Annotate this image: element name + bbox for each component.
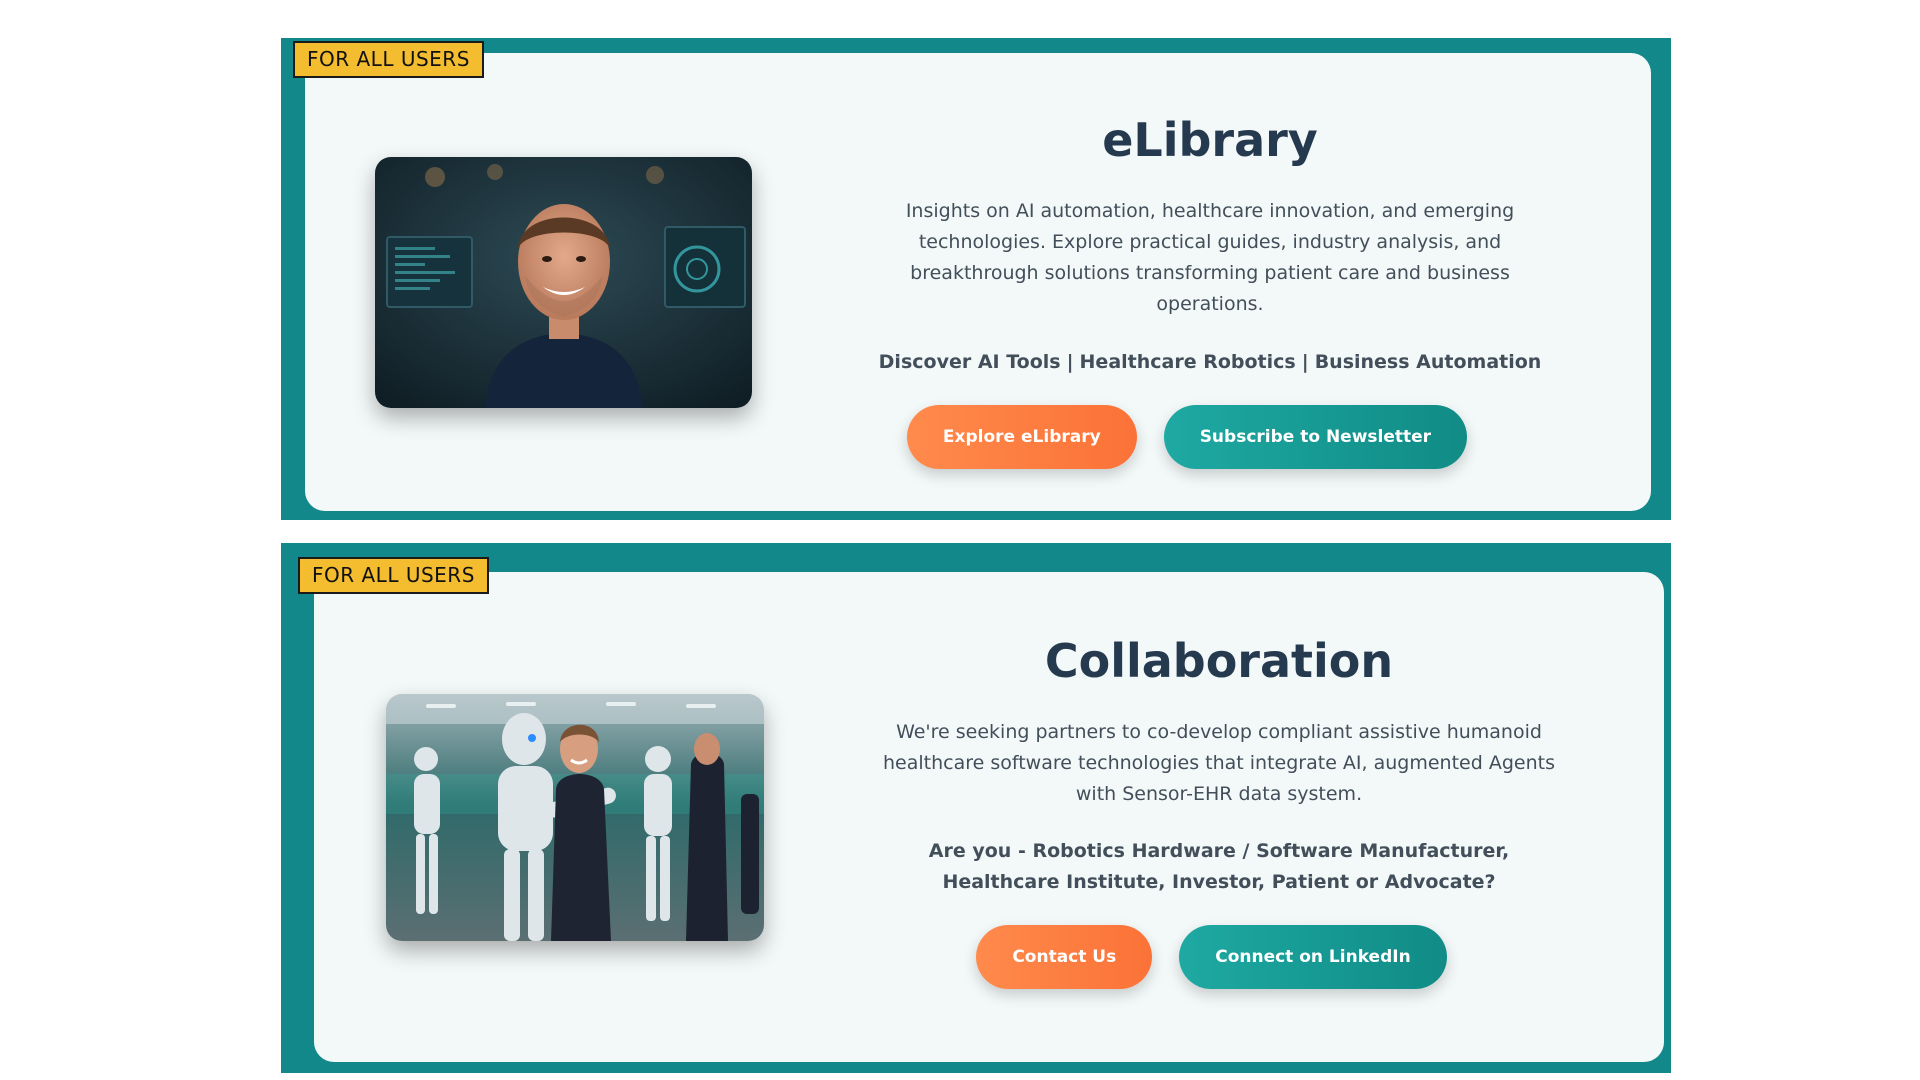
button-row: Contact Us Connect on LinkedIn [859, 925, 1564, 990]
portrait-photo-icon [375, 157, 752, 408]
explore-elibrary-button[interactable]: Explore eLibrary [906, 405, 1137, 470]
collaboration-content: Collaboration We're seeking partners to … [874, 634, 1564, 990]
topic-link-healthcare-robotics[interactable]: Healthcare Robotics [1080, 351, 1296, 373]
elibrary-section: FOR ALL USERS eLibrary Insights on AI au… [281, 38, 1671, 520]
subscribe-newsletter-button[interactable]: Subscribe to Newsletter [1163, 405, 1468, 470]
collaboration-card: Collaboration We're seeking partners to … [314, 572, 1664, 1062]
elibrary-card: eLibrary Insights on AI automation, heal… [305, 53, 1651, 511]
separator: | [1301, 351, 1309, 374]
button-row: Explore eLibrary Subscribe to Newsletter [819, 405, 1555, 470]
contact-us-button[interactable]: Contact Us [976, 925, 1153, 990]
separator: | [1066, 351, 1074, 374]
portrait-photo [375, 157, 752, 408]
section-title: eLibrary [1102, 113, 1318, 167]
elibrary-content: eLibrary Insights on AI automation, heal… [865, 113, 1555, 470]
connect-linkedin-button[interactable]: Connect on LinkedIn [1179, 925, 1447, 990]
section-description: We're seeking partners to co-develop com… [883, 721, 1555, 806]
for-all-users-badge: FOR ALL USERS [298, 557, 489, 594]
section-description: Insights on AI automation, healthcare in… [905, 200, 1515, 316]
topic-link-business-automation[interactable]: Business Automation [1315, 351, 1542, 373]
collaboration-section: FOR ALL USERS Collaboration We're seekin… [281, 543, 1671, 1073]
for-all-users-badge: FOR ALL USERS [293, 41, 484, 78]
robots-collaboration-photo [386, 694, 764, 941]
section-title: Collaboration [1044, 634, 1394, 688]
partner-question: Are you - Robotics Hardware / Software M… [928, 840, 1510, 894]
topic-link-ai-tools[interactable]: Discover AI Tools [879, 351, 1061, 373]
topic-links: Discover AI Tools | Healthcare Robotics | Bu… [865, 347, 1555, 378]
robots-collaboration-photo-icon [386, 694, 764, 941]
